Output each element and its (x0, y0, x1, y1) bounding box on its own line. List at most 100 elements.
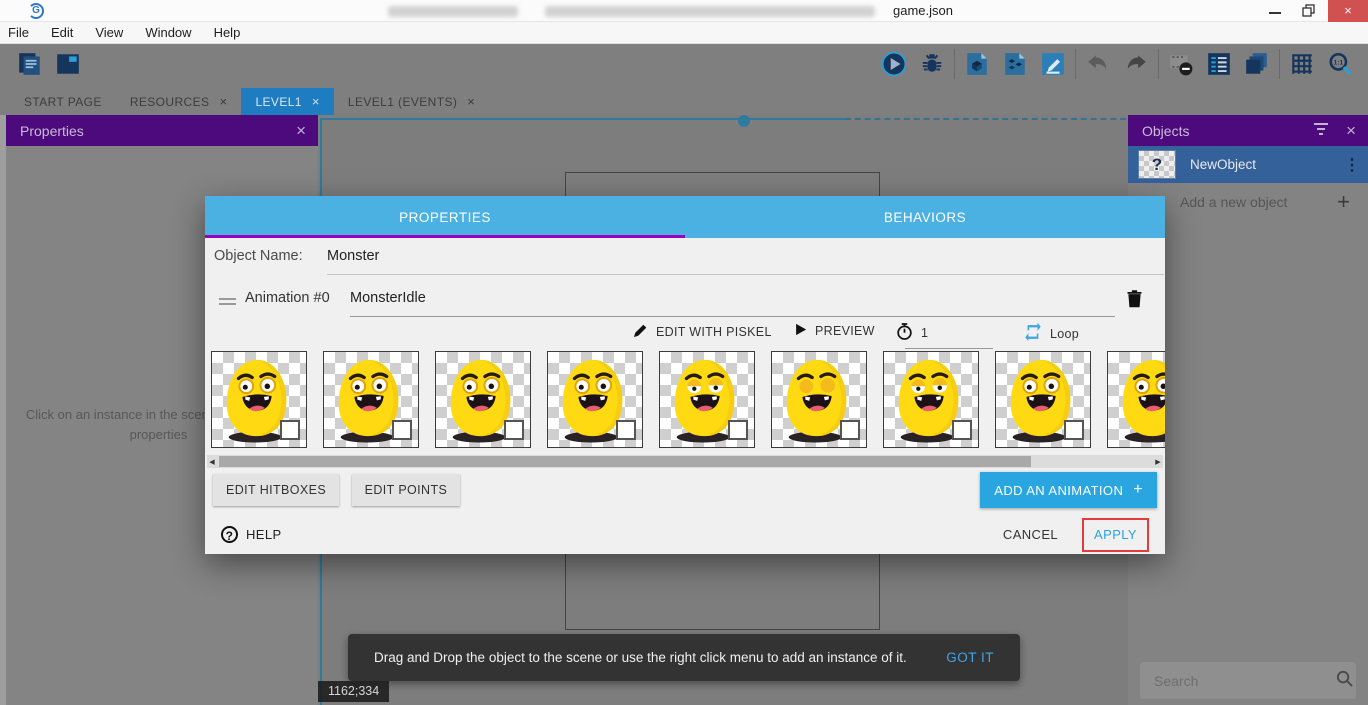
filter-icon[interactable] (1312, 121, 1330, 141)
zoom-original-icon[interactable]: 1:1 (1326, 49, 1354, 79)
tab-resources[interactable]: RESOURCES× (116, 88, 242, 115)
menu-item-file[interactable]: File (8, 25, 29, 40)
time-between-frames-value[interactable]: 1 (921, 326, 928, 340)
undo-icon[interactable] (1084, 49, 1112, 79)
help-label: HELP (246, 527, 282, 542)
edit-with-piskel-button[interactable]: EDIT WITH PISKEL (632, 322, 772, 342)
dialog-tab-bar: PROPERTIES BEHAVIORS (205, 196, 1165, 238)
drag-handle-icon[interactable] (219, 295, 236, 308)
animation-controls-row: EDIT WITH PISKEL PREVIEW 1 Loop (205, 322, 1165, 350)
add-icon[interactable]: + (1337, 189, 1350, 215)
frame-corner-handle (952, 420, 972, 440)
delete-instances-icon[interactable] (1167, 49, 1195, 79)
input-underline (327, 274, 1164, 275)
canvas-drag-handle[interactable] (738, 115, 750, 127)
animation-frame-1[interactable] (323, 351, 419, 448)
add-animation-label: ADD AN ANIMATION (994, 483, 1123, 498)
object-search-box[interactable] (1140, 662, 1356, 699)
panel-resize-gutter[interactable] (0, 115, 6, 705)
grid-icon[interactable] (1288, 49, 1316, 79)
input-underline (350, 316, 1115, 317)
close-panel-icon[interactable]: × (1346, 121, 1356, 141)
input-underline (905, 348, 993, 349)
help-button[interactable]: ? HELP (221, 526, 282, 543)
animation-index-label: Animation #0 (245, 290, 330, 306)
time-between-frames-field[interactable]: 1 (895, 322, 928, 344)
add-object-icon[interactable] (963, 49, 991, 79)
edit-points-button[interactable]: EDIT POINTS (352, 474, 461, 506)
tab-label: LEVEL1 (255, 95, 301, 109)
object-list-item[interactable]: ? NewObject ⋮ (1128, 146, 1368, 183)
search-input[interactable] (1154, 673, 1335, 689)
object-name-label: NewObject (1190, 157, 1330, 172)
debug-icon[interactable] (918, 49, 946, 79)
cancel-button[interactable]: CANCEL (1003, 527, 1058, 542)
title-bar: G game.json × (0, 0, 1368, 22)
restore-button[interactable] (1292, 0, 1326, 22)
preview-label: PREVIEW (815, 324, 875, 338)
edit-hitboxes-button[interactable]: EDIT HITBOXES (213, 474, 339, 506)
edit-scene-icon[interactable] (1039, 49, 1067, 79)
play-icon[interactable] (880, 49, 908, 79)
editor-tab-bar: START PAGERESOURCES×LEVEL1×LEVEL1 (EVENT… (0, 88, 1368, 115)
frame-corner-handle (1064, 420, 1084, 440)
close-window-button[interactable]: × (1328, 0, 1368, 22)
tab-behaviors[interactable]: BEHAVIORS (685, 196, 1165, 238)
animation-frame-6[interactable] (883, 351, 979, 448)
scroll-right-icon[interactable]: ▶ (1153, 458, 1163, 466)
loop-toggle[interactable]: Loop (1023, 322, 1079, 345)
scrollbar-thumb[interactable] (219, 456, 1031, 467)
menu-item-view[interactable]: View (95, 25, 123, 40)
snackbar-tooltip: Drag and Drop the object to the scene or… (348, 634, 1020, 681)
got-it-button[interactable]: GOT IT (946, 650, 994, 665)
tab-close-icon[interactable]: × (219, 94, 227, 109)
animation-name-input[interactable]: MonsterIdle (350, 290, 426, 306)
object-name-field-label: Object Name: (214, 248, 303, 264)
frame-corner-handle (616, 420, 636, 440)
animation-frame-5[interactable] (771, 351, 867, 448)
object-name-row: Object Name: Monster (214, 248, 1156, 278)
animation-frame-8[interactable] (1107, 351, 1165, 448)
frame-corner-handle (728, 420, 748, 440)
menu-item-help[interactable]: Help (214, 25, 241, 40)
frames-scrollbar[interactable]: ◀ ▶ (207, 455, 1163, 468)
animation-frame-2[interactable] (435, 351, 531, 448)
tab-level1-events[interactable]: LEVEL1 (EVENTS)× (334, 88, 489, 115)
objects-panel-title: Objects (1142, 123, 1312, 139)
add-animation-button[interactable]: ADD AN ANIMATION + (980, 472, 1157, 508)
object-name-input[interactable]: Monster (327, 248, 379, 264)
animation-row: Animation #0 MonsterIdle (219, 288, 1151, 318)
close-panel-icon[interactable]: × (296, 121, 306, 141)
add-objects-icon[interactable] (1001, 49, 1029, 79)
minimize-button[interactable] (1258, 0, 1292, 22)
animation-frame-3[interactable] (547, 351, 643, 448)
menu-item-window[interactable]: Window (145, 25, 191, 40)
scene-editor-icon[interactable] (54, 49, 82, 79)
tab-level1[interactable]: LEVEL1 × (241, 88, 333, 115)
redo-icon[interactable] (1122, 49, 1150, 79)
animation-frame-0[interactable] (211, 351, 307, 448)
delete-animation-trash-icon[interactable] (1124, 288, 1145, 313)
object-editor-dialog: PROPERTIES BEHAVIORS Object Name: Monste… (205, 196, 1165, 554)
apply-button[interactable]: APPLY (1094, 527, 1137, 542)
frame-corner-handle (840, 420, 860, 440)
tab-properties[interactable]: PROPERTIES (205, 196, 685, 238)
object-menu-dots-icon[interactable]: ⋮ (1344, 155, 1360, 175)
add-icon: + (1133, 481, 1143, 499)
instances-list-icon[interactable] (1205, 49, 1233, 79)
animation-frame-4[interactable] (659, 351, 755, 448)
scroll-left-icon[interactable]: ◀ (207, 458, 217, 466)
preview-button[interactable]: PREVIEW (793, 322, 875, 340)
redacted-title-text (388, 6, 518, 17)
layers-icon[interactable] (1243, 49, 1271, 79)
animation-frame-7[interactable] (995, 351, 1091, 448)
edit-with-piskel-label: EDIT WITH PISKEL (656, 325, 772, 339)
tab-close-icon[interactable]: × (467, 94, 475, 109)
menu-item-edit[interactable]: Edit (51, 25, 73, 40)
loop-label: Loop (1050, 327, 1079, 341)
snackbar-message: Drag and Drop the object to the scene or… (374, 650, 928, 665)
frame-corner-handle (392, 420, 412, 440)
tab-close-icon[interactable]: × (312, 94, 320, 109)
project-manager-icon[interactable] (16, 49, 44, 79)
tab-start-page[interactable]: START PAGE (10, 88, 116, 115)
